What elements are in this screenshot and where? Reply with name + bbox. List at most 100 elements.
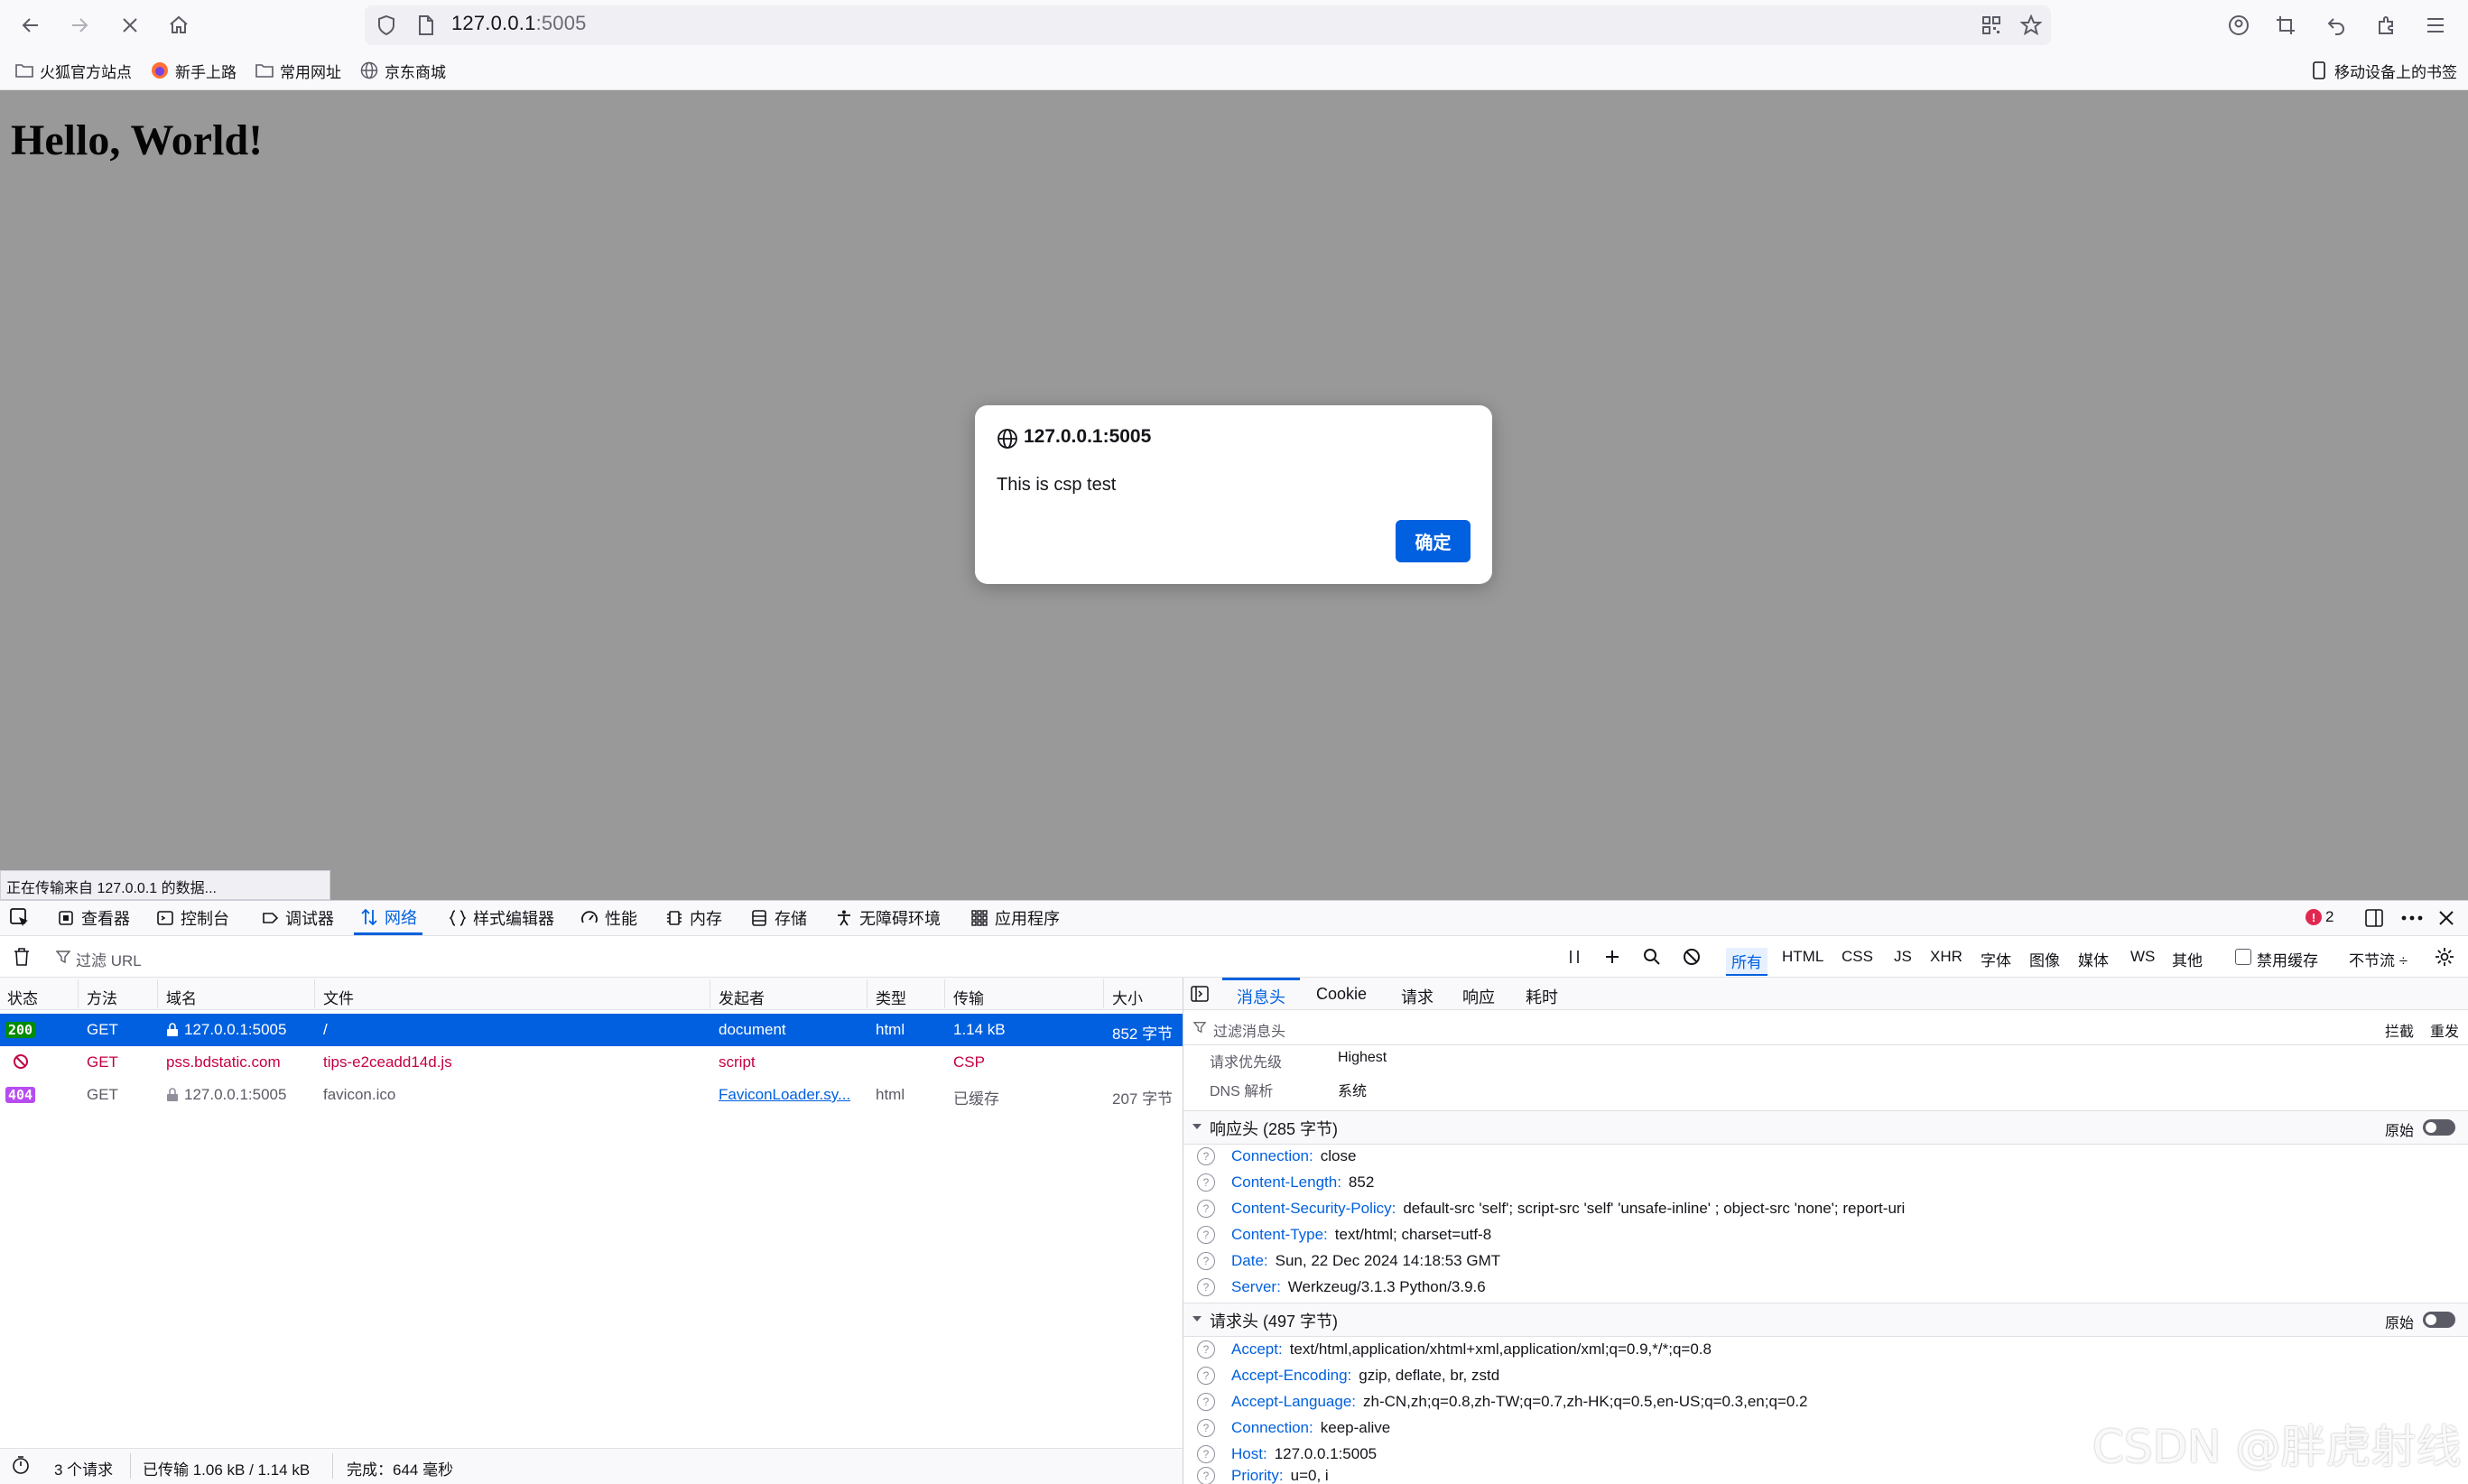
help-question-icon[interactable]: ? (1197, 1277, 1215, 1296)
filter-type-media[interactable]: 媒体 (2078, 948, 2109, 970)
address-bar[interactable] (365, 5, 2051, 45)
column-type[interactable]: 类型 (876, 986, 906, 1008)
settings-gear-icon[interactable] (2430, 942, 2459, 971)
throttling-select[interactable]: 不节流 ÷ (2349, 948, 2408, 970)
request-header: ? Host: 127.0.0.1:5005 (1197, 1441, 1377, 1467)
url-text: 127.0.0.1:5005 (451, 12, 587, 34)
disable-cache-checkbox[interactable] (2235, 949, 2251, 965)
request-file: favicon.ico (323, 1086, 396, 1103)
tab-memory[interactable]: 内存 (659, 901, 728, 935)
column-domain[interactable]: 域名 (166, 986, 197, 1008)
add-block-rule-icon[interactable] (1598, 942, 1627, 971)
stop-loading-icon[interactable] (116, 11, 144, 40)
extensions-icon[interactable] (2372, 11, 2401, 40)
filter-type-ws[interactable]: WS (2130, 948, 2155, 966)
more-options-icon[interactable] (2398, 904, 2426, 932)
filter-type-html[interactable]: HTML (1782, 948, 1823, 966)
tab-application[interactable]: 应用程序 (964, 901, 1065, 935)
dialog-ok-button[interactable]: 确定 (1396, 520, 1471, 562)
element-picker-icon[interactable] (5, 904, 34, 932)
undo-arrow-icon[interactable] (2322, 11, 2351, 40)
toggle-sidebar-icon[interactable] (1188, 982, 1211, 1006)
column-initiator[interactable]: 发起者 (719, 986, 765, 1008)
table-row[interactable]: 200 GET 127.0.0.1:5005 / document html 1… (0, 1014, 1183, 1046)
table-row[interactable]: GET pss.bdstatic.com tips-e2ceadd14d.js … (0, 1046, 1183, 1079)
url-filter-input[interactable]: 过滤 URL (76, 948, 142, 970)
tab-network[interactable]: 网络 (354, 901, 422, 935)
csdn-watermark: CSDN @胖虎射线 (2092, 1421, 2462, 1473)
details-tab-cookie[interactable]: Cookie (1316, 985, 1367, 1004)
column-status[interactable]: 状态 (7, 986, 38, 1008)
filter-type-css[interactable]: CSS (1842, 948, 1873, 966)
dock-side-icon[interactable] (2360, 904, 2389, 932)
column-transfer[interactable]: 传输 (953, 986, 984, 1008)
tab-accessibility[interactable]: 无障碍环境 (829, 901, 946, 935)
help-question-icon[interactable]: ? (1197, 1173, 1215, 1192)
dialog-message: This is csp test (997, 475, 1117, 495)
back-arrow-icon[interactable] (16, 11, 45, 40)
details-tab-headers[interactable]: 消息头 (1237, 985, 1285, 1008)
filter-type-js[interactable]: JS (1894, 948, 1912, 966)
filter-type-other[interactable]: 其他 (2172, 948, 2203, 970)
clear-trash-icon[interactable] (7, 942, 36, 971)
raw-request-toggle[interactable] (2423, 1312, 2455, 1328)
menu-hamburger-icon[interactable] (2421, 11, 2450, 40)
chevron-down-icon[interactable] (1192, 1314, 1202, 1323)
chevron-down-icon[interactable] (1192, 1122, 1202, 1131)
bookmark-folder-common[interactable]: 常用网址 (255, 58, 341, 83)
screenshot-crop-icon[interactable] (2271, 11, 2300, 40)
tab-style-editor[interactable]: 样式编辑器 (442, 901, 560, 935)
details-tab-timings[interactable]: 耗时 (1526, 985, 1558, 1008)
filter-type-all[interactable]: 所有 (1726, 948, 1767, 976)
stopwatch-icon[interactable] (11, 1455, 31, 1475)
tab-debugger[interactable]: 调试器 (255, 901, 339, 935)
bookmark-getting-started[interactable]: 新手上路 (150, 58, 237, 83)
column-file[interactable]: 文件 (323, 986, 354, 1008)
error-count-indicator[interactable]: ! 2 (2306, 908, 2333, 926)
help-question-icon[interactable]: ? (1197, 1467, 1215, 1484)
help-question-icon[interactable]: ? (1197, 1146, 1215, 1165)
help-question-icon[interactable]: ? (1197, 1225, 1215, 1244)
search-icon[interactable] (1638, 942, 1666, 971)
details-tab-request[interactable]: 请求 (1401, 985, 1433, 1008)
mobile-bookmarks[interactable]: 移动设备上的书签 (2309, 58, 2457, 83)
bookmark-jd[interactable]: 京东商城 (359, 58, 446, 83)
bookmark-folder-firefox[interactable]: 火狐官方站点 (14, 58, 132, 83)
help-question-icon[interactable]: ? (1197, 1340, 1215, 1359)
column-size[interactable]: 大小 (1112, 986, 1143, 1008)
column-method[interactable]: 方法 (87, 986, 117, 1008)
block-button[interactable]: 拦截 (2385, 1019, 2414, 1041)
account-icon[interactable] (2224, 11, 2253, 40)
home-icon[interactable] (164, 11, 193, 40)
filter-type-fonts[interactable]: 字体 (1981, 948, 2011, 970)
close-devtools-icon[interactable] (2432, 904, 2461, 932)
tracking-shield-icon[interactable] (372, 11, 401, 40)
help-question-icon[interactable]: ? (1197, 1418, 1215, 1437)
request-headers-section[interactable] (1183, 1303, 2468, 1337)
qr-code-icon[interactable] (1977, 11, 2006, 40)
response-headers-section[interactable] (1183, 1110, 2468, 1145)
help-question-icon[interactable]: ? (1197, 1251, 1215, 1270)
tab-console[interactable]: 控制台 (150, 901, 235, 935)
help-question-icon[interactable]: ? (1197, 1366, 1215, 1385)
disable-cache-label: 禁用缓存 (2257, 952, 2318, 969)
details-tab-response[interactable]: 响应 (1462, 985, 1495, 1008)
page-info-icon[interactable] (412, 11, 441, 40)
tab-performance[interactable]: 性能 (574, 901, 643, 935)
pause-icon[interactable] (1560, 942, 1589, 971)
forward-arrow-icon[interactable] (65, 11, 94, 40)
tab-inspector[interactable]: 查看器 (51, 901, 135, 935)
resend-button[interactable]: 重发 (2430, 1019, 2459, 1041)
table-row[interactable]: 404 GET 127.0.0.1:5005 favicon.ico Favic… (0, 1079, 1183, 1111)
bookmark-star-icon[interactable] (2017, 11, 2046, 40)
filter-type-images[interactable]: 图像 (2029, 948, 2060, 970)
help-question-icon[interactable]: ? (1197, 1199, 1215, 1218)
initiator-link[interactable]: FaviconLoader.sy... (719, 1086, 850, 1104)
raw-response-toggle[interactable] (2423, 1119, 2455, 1136)
headers-filter-input[interactable]: 过滤消息头 (1213, 1019, 1285, 1041)
help-question-icon[interactable]: ? (1197, 1444, 1215, 1463)
tab-storage[interactable]: 存储 (744, 901, 812, 935)
filter-type-xhr[interactable]: XHR (1930, 948, 1962, 966)
help-question-icon[interactable]: ? (1197, 1392, 1215, 1411)
block-request-icon[interactable] (1677, 942, 1706, 971)
